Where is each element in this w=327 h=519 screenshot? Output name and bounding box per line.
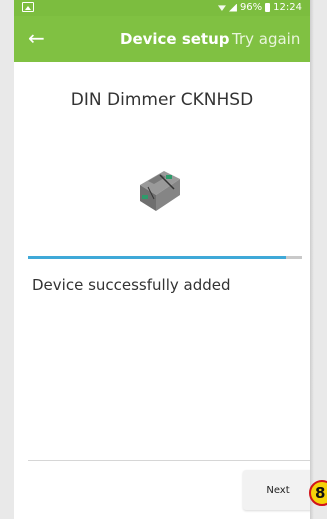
page-title: Device setup (120, 30, 230, 48)
status-indicators: 96% 12:24 (217, 2, 302, 13)
clock: 12:24 (273, 2, 302, 13)
footer-divider (28, 460, 310, 461)
arrow-left-icon[interactable]: ← (28, 26, 45, 50)
phone-screen: 96% 12:24 ← Device setup Try again DIN D… (14, 0, 310, 519)
device-name: DIN Dimmer CKNHSD (70, 90, 254, 110)
screen-edge-shadow (310, 0, 314, 519)
status-message: Device successfully added (32, 276, 231, 294)
next-button[interactable]: Next (243, 470, 310, 510)
app-bar: ← Device setup Try again (14, 16, 310, 62)
signal-icon (228, 3, 237, 12)
image-icon (22, 2, 34, 12)
progress-fill (28, 256, 286, 259)
din-rail-dimmer-icon (140, 171, 180, 211)
status-bar: 96% 12:24 (14, 0, 310, 16)
battery-icon (265, 3, 271, 12)
try-again-button[interactable]: Try again (232, 30, 300, 48)
battery-percent: 96% (239, 2, 263, 13)
wifi-icon (217, 5, 226, 11)
progress-bar (28, 256, 302, 259)
